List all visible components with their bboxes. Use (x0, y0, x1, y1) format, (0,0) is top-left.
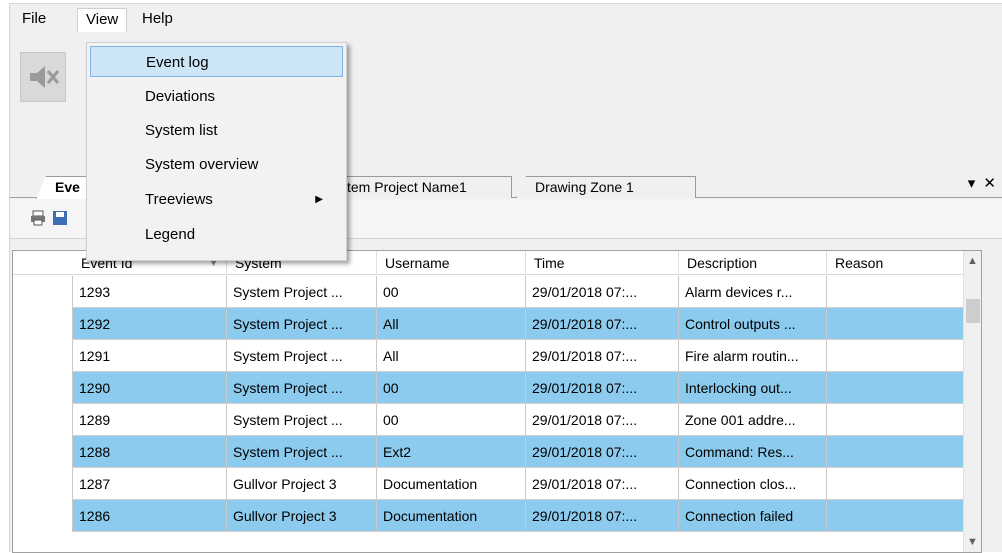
row-header[interactable] (13, 308, 73, 340)
cell-system[interactable]: System Project ... (227, 340, 377, 372)
cell-time[interactable]: 29/01/2018 07:... (526, 404, 679, 436)
cell-description[interactable]: Connection failed (679, 500, 827, 532)
cell-reason[interactable] (827, 308, 965, 340)
cell-description[interactable]: Fire alarm routin... (679, 340, 827, 372)
scroll-up-icon[interactable]: ▲ (967, 255, 978, 267)
cell-reason[interactable] (827, 436, 965, 468)
mute-button[interactable] (20, 52, 66, 102)
table-row[interactable]: 1293 System Project ... 00 29/01/2018 07:..… (13, 276, 981, 308)
cell-username[interactable]: 00 (377, 276, 526, 308)
row-header[interactable] (13, 436, 73, 468)
table-row[interactable]: 1287 Gullvor Project 3 Documentation 29/01/… (13, 468, 981, 500)
cell-reason[interactable] (827, 500, 965, 532)
save-icon[interactable] (52, 210, 68, 226)
cell-description[interactable]: Control outputs ... (679, 308, 827, 340)
menu-item-system-overview[interactable]: System overview (90, 149, 343, 180)
cell-time[interactable]: 29/01/2018 07:... (526, 276, 679, 308)
tab-list-dropdown-icon[interactable]: ▾ (968, 175, 976, 192)
table-row[interactable]: 1286 Gullvor Project 3 Documentation 29/01/… (13, 500, 981, 532)
cell-event-id[interactable]: 1290 (73, 372, 227, 404)
cell-description[interactable]: Command: Res... (679, 436, 827, 468)
table-row[interactable]: 1290 System Project ... 00 29/01/2018 07:..… (13, 372, 981, 404)
row-header[interactable] (13, 276, 73, 308)
tab-controls: ▾ ✕ (968, 174, 996, 192)
cell-description[interactable]: Zone 001 addre... (679, 404, 827, 436)
menu-bar: File View Help (10, 4, 1002, 34)
close-icon[interactable]: ✕ (983, 175, 996, 192)
cell-username[interactable]: Documentation (377, 500, 526, 532)
cell-system[interactable]: System Project ... (227, 276, 377, 308)
submenu-arrow-icon: ▶ (315, 194, 323, 205)
cell-username[interactable]: All (377, 308, 526, 340)
menu-item-label: Treeviews (145, 191, 213, 208)
cell-reason[interactable] (827, 276, 965, 308)
cell-reason[interactable] (827, 404, 965, 436)
view-menu-dropdown: Event log Deviations System list System … (86, 42, 347, 261)
cell-system[interactable]: System Project ... (227, 404, 377, 436)
cell-event-id[interactable]: 1289 (73, 404, 227, 436)
cell-system[interactable]: System Project ... (227, 372, 377, 404)
cell-time[interactable]: 29/01/2018 07:... (526, 436, 679, 468)
cell-time[interactable]: 29/01/2018 07:... (526, 372, 679, 404)
vertical-scrollbar[interactable]: ▲ ▼ (963, 251, 981, 552)
table-row[interactable]: 1289 System Project ... 00 29/01/2018 07:..… (13, 404, 981, 436)
row-header[interactable] (13, 372, 73, 404)
cell-event-id[interactable]: 1293 (73, 276, 227, 308)
menu-item-event-log[interactable]: Event log (90, 46, 343, 77)
cell-description[interactable]: Connection clos... (679, 468, 827, 500)
column-header-time[interactable]: Time (526, 251, 679, 275)
column-header-username[interactable]: Username (377, 251, 526, 275)
column-header-description[interactable]: Description (679, 251, 827, 275)
app-window: File View Help Eve ystem Project Name1 D… (9, 3, 1002, 553)
cell-system[interactable]: Gullvor Project 3 (227, 500, 377, 532)
cell-system[interactable]: System Project ... (227, 308, 377, 340)
speaker-muted-icon (30, 66, 60, 88)
cell-event-id[interactable]: 1287 (73, 468, 227, 500)
cell-event-id[interactable]: 1291 (73, 340, 227, 372)
cell-username[interactable]: 00 (377, 372, 526, 404)
cell-system[interactable]: System Project ... (227, 436, 377, 468)
cell-time[interactable]: 29/01/2018 07:... (526, 340, 679, 372)
table-row[interactable]: 1291 System Project ... All 29/01/2018 07:.… (13, 340, 981, 372)
row-header[interactable] (13, 468, 73, 500)
cell-event-id[interactable]: 1286 (73, 500, 227, 532)
cell-event-id[interactable]: 1288 (73, 436, 227, 468)
cell-reason[interactable] (827, 340, 965, 372)
row-header[interactable] (13, 404, 73, 436)
cell-username[interactable]: Ext2 (377, 436, 526, 468)
menu-file[interactable]: File (14, 8, 54, 32)
cell-reason[interactable] (827, 372, 965, 404)
row-header[interactable] (13, 340, 73, 372)
cell-description[interactable]: Interlocking out... (679, 372, 827, 404)
column-header-reason[interactable]: Reason (827, 251, 965, 275)
cell-description[interactable]: Alarm devices r... (679, 276, 827, 308)
menu-item-legend[interactable]: Legend (90, 219, 343, 250)
scroll-thumb[interactable] (966, 299, 980, 323)
menu-view[interactable]: View (77, 8, 128, 32)
scroll-down-icon[interactable]: ▼ (967, 536, 978, 548)
menu-item-deviations[interactable]: Deviations (90, 81, 343, 112)
cell-username[interactable]: Documentation (377, 468, 526, 500)
cell-username[interactable]: All (377, 340, 526, 372)
row-header[interactable] (13, 500, 73, 532)
menu-item-treeviews[interactable]: Treeviews ▶ (90, 184, 343, 215)
table-row[interactable]: 1288 System Project ... Ext2 29/01/2018 07:… (13, 436, 981, 468)
cell-time[interactable]: 29/01/2018 07:... (526, 500, 679, 532)
cell-system[interactable]: Gullvor Project 3 (227, 468, 377, 500)
printer-icon[interactable] (30, 210, 46, 226)
event-grid: Event Id ▼ System Username Time Descript… (12, 250, 982, 553)
tab-system-project[interactable]: ystem Project Name1 (330, 176, 512, 198)
cell-username[interactable]: 00 (377, 404, 526, 436)
menu-item-system-list[interactable]: System list (90, 115, 343, 146)
table-row[interactable]: 1292 System Project ... All 29/01/2018 07:.… (13, 308, 981, 340)
cell-event-id[interactable]: 1292 (73, 308, 227, 340)
cell-time[interactable]: 29/01/2018 07:... (526, 308, 679, 340)
menu-help[interactable]: Help (134, 8, 181, 32)
cell-time[interactable]: 29/01/2018 07:... (526, 468, 679, 500)
cell-reason[interactable] (827, 468, 965, 500)
tab-drawing-zone[interactable]: Drawing Zone 1 (516, 176, 696, 198)
